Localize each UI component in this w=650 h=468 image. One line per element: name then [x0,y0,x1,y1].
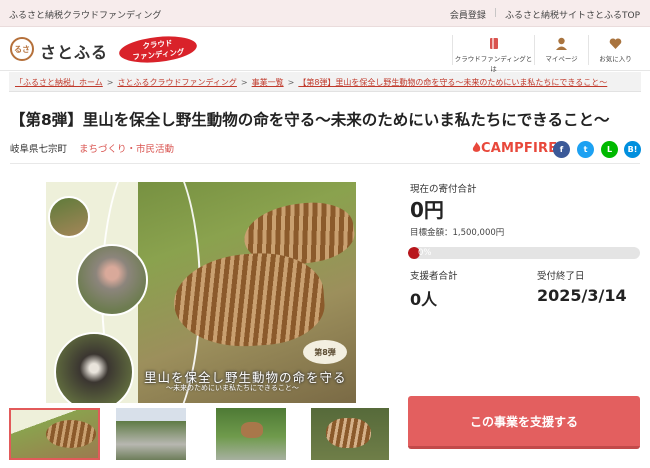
book-icon [489,38,498,49]
line-share-icon[interactable]: L [601,141,618,158]
breadcrumb: 「ふるさと納税」ホーム > さとふるクラウドファンディング > 事業一覧 > 【第8弾】里山… [9,72,641,92]
current-amount-value: 0円 [410,198,444,222]
hatena-share-icon[interactable]: B! [624,141,641,158]
breadcrumb-arrow: > [106,78,114,87]
raccoon-dog-photo-circle [54,332,134,403]
crowdfunding-badge[interactable]: クラウド ファンディング [117,32,199,67]
member-register-link[interactable]: 会員登録 [450,8,486,21]
thumbnail-4[interactable] [311,408,389,460]
deer-photo-circle [48,196,90,238]
page-title: 【第8弾】里山を保全し野生動物の命を守る～未来のためにいま私たちにできること～ [10,111,610,129]
logo-mark[interactable]: るさ [10,37,34,61]
header-nav: クラウドファンディングとは マイページ お気に入り [452,35,642,73]
nav-mypage[interactable]: マイページ [534,35,588,65]
deadline-label: 受付終了日 [537,271,585,282]
share-glyph: B! [627,145,638,154]
twitter-share-icon[interactable]: t [577,141,594,158]
breadcrumb-arrow: > [240,78,248,87]
top-links: 会員登録 | ふるさと納税サイトさとふるTOP [450,8,640,21]
nav-label: お気に入り [599,55,632,63]
share-glyph: t [583,145,588,154]
thumbnail-2[interactable] [116,408,186,460]
current-amount-label: 現在の寄付合計 [410,184,477,195]
support-project-button[interactable]: この事業を支援する [408,396,640,449]
monkey-photo-circle [76,244,148,316]
supporters-label: 支援者合計 [410,271,458,282]
divider [10,163,640,164]
progress-percent: 0% [418,248,432,258]
hero-edition-badge: 第8弾 [303,340,347,364]
supporters-value: 0人 [410,290,438,309]
hero-image: 第8弾 里山を保全し野生動物の命を守る ～未来のためにいま私たちにできること～ [46,182,356,403]
partner-name: CAMPFIRE [481,141,558,156]
breadcrumb-arrow: > [287,78,295,87]
project-category[interactable]: まちづくり・市民活動 [79,144,174,155]
site-top-link[interactable]: ふるさと納税サイトさとふるTOP [505,8,640,21]
site-tagline: ふるさと納税クラウドファンディング [9,11,162,21]
facebook-share-icon[interactable]: f [553,141,570,158]
funding-progress-bar: 0% [408,247,640,259]
deadline-value: 2025/3/14 [537,286,627,305]
breadcrumb-home[interactable]: 「ふるさと納税」ホーム [15,78,103,87]
nav-favorites[interactable]: お気に入り [588,35,642,65]
hero-caption-sub: ～未来のためにいま私たちにできること～ [166,384,299,392]
breadcrumb-crowdfunding[interactable]: さとふるクラウドファンディング [117,78,236,87]
goal-amount: 目標金額：1,500,000円 [410,228,505,238]
project-location: 岐阜県七宗町 [10,144,68,155]
project-meta: 岐阜県七宗町 まちづくり・市民活動 [10,141,174,155]
nav-about-crowdfunding[interactable]: クラウドファンディングとは [452,35,534,73]
breadcrumb-current[interactable]: 【第8弾】里山を保全し野生動物の命を守る～未来のためにいま私たちにできること～ [298,78,607,87]
nav-label: マイページ [545,55,578,63]
share-glyph: f [559,145,564,154]
logo-text[interactable]: さとふる [40,39,108,63]
thumbnail-3[interactable] [216,408,286,460]
thumbnail-1[interactable] [9,408,100,460]
breadcrumb-project-list[interactable]: 事業一覧 [252,78,284,87]
separator: | [493,8,497,18]
person-icon [556,37,567,50]
flame-icon [472,142,481,152]
site-header: るさ さとふる クラウド ファンディング クラウドファンディングとは マイページ… [0,27,650,73]
campfire-logo: CAMPFIRE [472,141,557,156]
heart-icon [609,38,622,49]
share-glyph: L [606,145,613,154]
nav-label: クラウドファンディングとは [454,55,533,73]
top-bar: ふるさと納税クラウドファンディング 会員登録 | ふるさと納税サイトさとふるTO… [0,0,650,27]
